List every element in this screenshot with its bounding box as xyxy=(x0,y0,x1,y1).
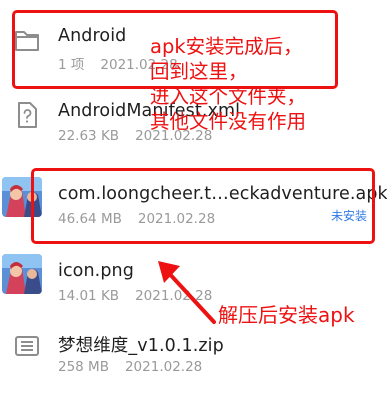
file-date: 2021.02.28 xyxy=(124,359,203,375)
annotation-line: 进入这个文件夹， xyxy=(150,85,307,108)
unknown-file-icon xyxy=(10,98,44,132)
archive-icon xyxy=(10,329,44,363)
annotation-line: apk安装完成后， xyxy=(150,35,303,58)
file-size: 258 MB xyxy=(58,359,109,375)
file-size: 14.01 KB xyxy=(58,288,120,304)
file-date: 2021.02.28 xyxy=(135,288,213,304)
file-meta: 46.64 MB 2021.02.28 xyxy=(58,211,215,227)
file-name: Android xyxy=(58,26,127,46)
folder-icon xyxy=(10,23,44,57)
file-name: com.loongcheer.t…eckadventure.apk xyxy=(58,184,387,204)
annotation-line: 回到这里， xyxy=(150,60,248,83)
file-name: 梦想维度_v1.0.1.zip xyxy=(58,336,224,356)
file-row-apk[interactable]: com.loongcheer.t…eckadventure.apk 46.64 … xyxy=(0,166,387,236)
install-status-badge: 未安装 xyxy=(330,209,367,223)
annotation-unzip-install: 解压后安装apk xyxy=(218,303,355,327)
file-meta: 14.01 KB 2021.02.28 xyxy=(58,288,212,304)
file-meta: 258 MB 2021.02.28 xyxy=(58,359,202,375)
file-name: icon.png xyxy=(58,261,134,281)
file-date: 2021.02.28 xyxy=(137,211,216,227)
annotation-line: 其他文件没有作用 xyxy=(150,110,307,133)
annotation-instructions: apk安装完成后， 回到这里， 进入这个文件夹， 其他文件没有作用 xyxy=(150,34,306,134)
file-size: 22.63 KB xyxy=(58,128,120,144)
image-thumbnail-icon xyxy=(2,254,42,294)
item-count: 1 项 xyxy=(58,57,85,73)
app-icon xyxy=(2,177,42,217)
file-size: 46.64 MB xyxy=(58,211,122,227)
